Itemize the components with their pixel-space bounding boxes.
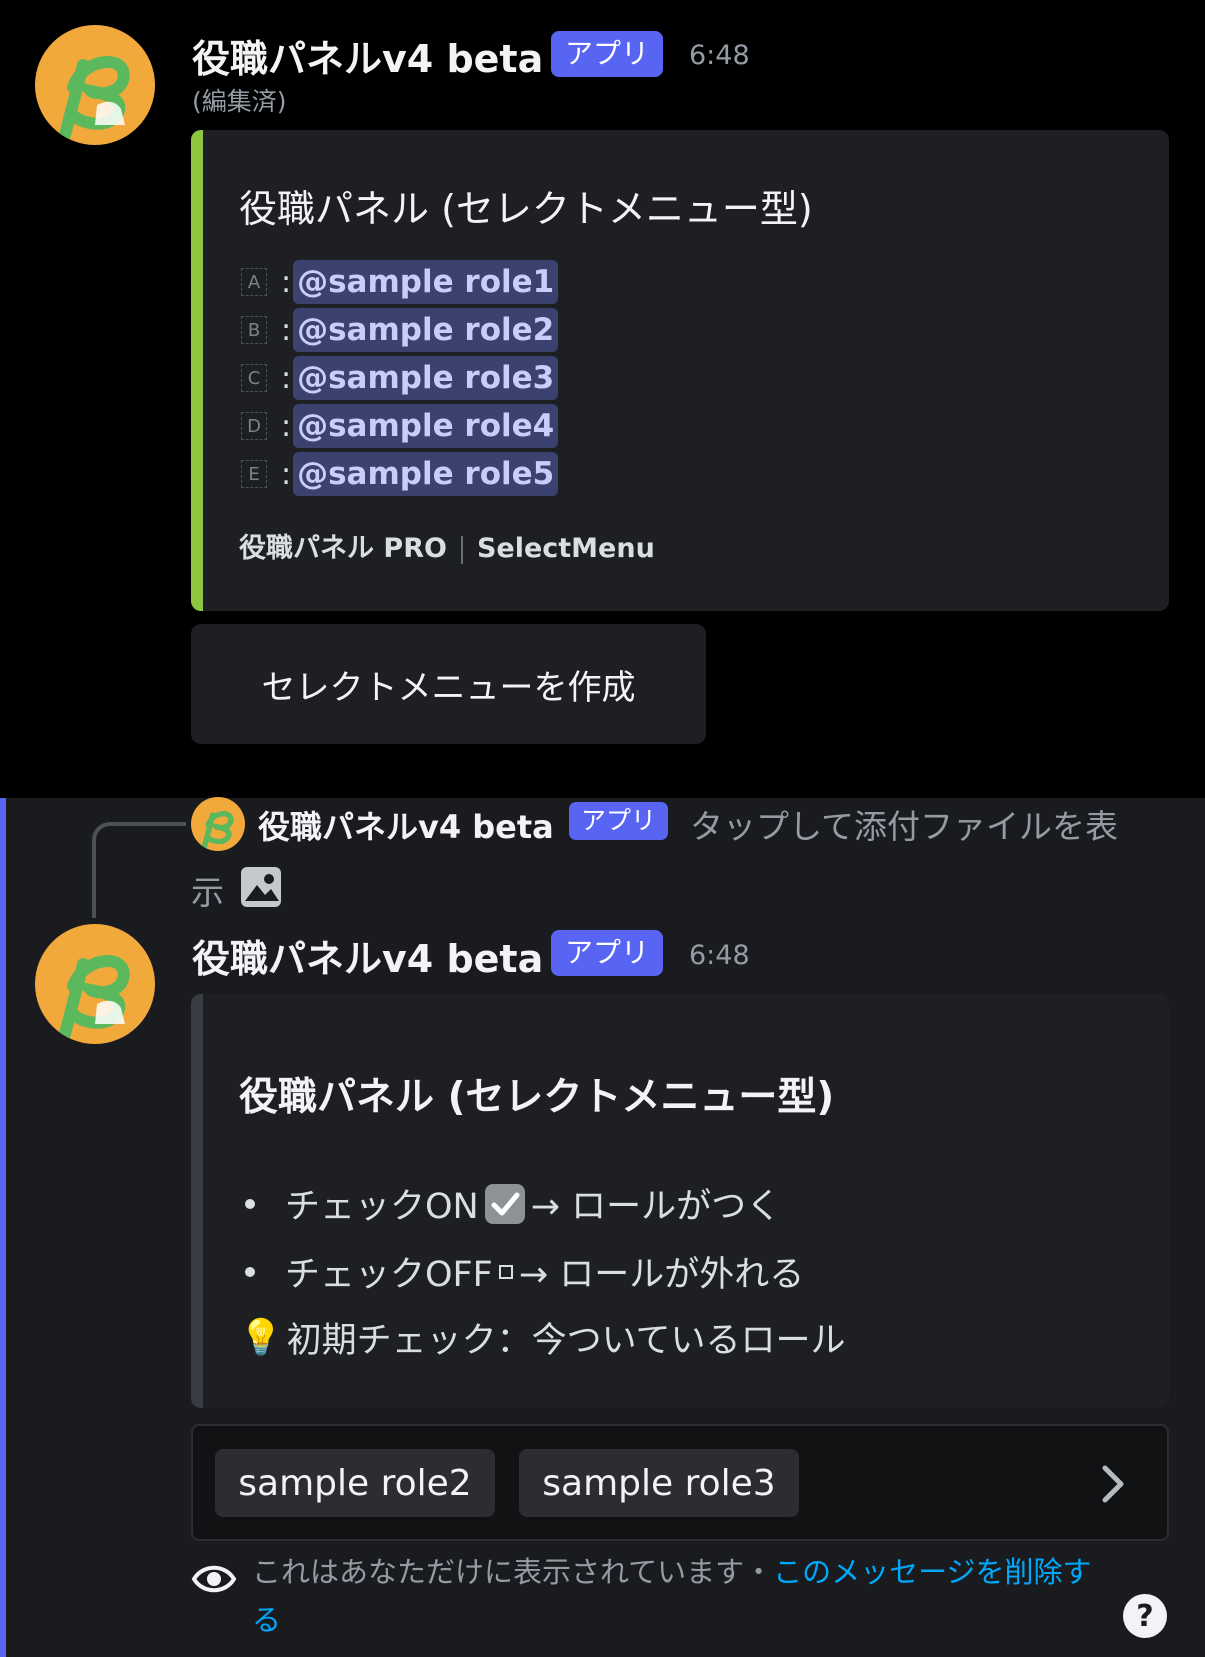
bullet-dot (245, 1266, 255, 1277)
instructions-embed: 役職パネル (セレクトメニュー型) チェックON → ロールがつく チェックOF… (191, 994, 1169, 1408)
app-badge: アプリ (551, 930, 664, 976)
empty-checkbox-icon (498, 1264, 513, 1279)
embed-title: 役職パネル (セレクトメニュー型) (239, 187, 813, 231)
author-name[interactable]: 役職パネルv4 beta (192, 928, 543, 983)
role-mention[interactable]: @sample role1 (293, 260, 559, 304)
lightbulb-icon: 💡 (239, 1318, 283, 1358)
role-row: B : @sample role2 (241, 306, 559, 354)
role-colon: : (281, 408, 292, 444)
regional-indicator-a-icon: A (241, 268, 267, 296)
bullet-dot (245, 1198, 255, 1209)
embed-footer: 役職パネル PRO SelectMenu (239, 526, 655, 565)
reply-preview-text[interactable]: タップして添付ファイルを表 (690, 800, 1118, 848)
bullet-check-off: チェックOFF → ロールが外れる (239, 1246, 804, 1297)
bullet-result-text: → ロールがつく (530, 1187, 782, 1227)
edited-label: (編集済) (192, 87, 287, 116)
create-select-menu-button[interactable]: セレクトメニューを作成 (191, 624, 706, 744)
bot-avatar[interactable] (35, 924, 155, 1044)
role-row: E : @sample role5 (241, 450, 559, 498)
timestamp: 6:48 (689, 940, 750, 971)
author-name[interactable]: 役職パネルv4 beta (192, 28, 543, 83)
role-row: A : @sample role1 (241, 258, 559, 306)
app-badge: アプリ (551, 31, 664, 77)
role-list: A : @sample role1 B : @sample role2 C : … (241, 258, 559, 498)
role-colon: : (281, 456, 292, 492)
tip-text: 初期チェック：今ついているロール (286, 1321, 846, 1361)
role-colon: : (281, 360, 292, 396)
help-button[interactable]: ? (1123, 1594, 1167, 1638)
role-colon: : (281, 312, 292, 348)
selected-role-chip[interactable]: sample role2 (215, 1449, 495, 1517)
bot-avatar[interactable] (35, 25, 155, 145)
embed-accent-bar (191, 130, 203, 611)
reply-app-badge: アプリ (569, 802, 669, 840)
role-mention[interactable]: @sample role2 (293, 308, 559, 352)
bullet-result-text: → ロールが外れる (518, 1255, 805, 1295)
role-colon: : (281, 264, 292, 300)
checkmark-box-icon (484, 1183, 525, 1224)
chevron-right-icon[interactable] (1093, 1462, 1133, 1506)
embed-title: 役職パネル (セレクトメニュー型) (239, 1075, 835, 1120)
role-panel-embed: 役職パネル (セレクトメニュー型) A : @sample role1 B : … (191, 130, 1169, 611)
bullet-text: チェックON (285, 1187, 479, 1227)
delete-message-link-cont[interactable]: る (252, 1603, 281, 1637)
selected-role-chip[interactable]: sample role3 (519, 1449, 799, 1517)
footer-left-text: 役職パネル PRO (239, 533, 447, 564)
reply-connector (92, 822, 186, 918)
role-select-menu[interactable]: sample role2 sample role3 (191, 1424, 1169, 1541)
footer-divider (460, 535, 463, 564)
notice-text: これはあなただけに表示されています・ (252, 1555, 774, 1589)
regional-indicator-b-icon: B (241, 316, 267, 344)
role-mention[interactable]: @sample role3 (293, 356, 559, 400)
eye-icon (191, 1556, 237, 1602)
reply-author-name[interactable]: 役職パネルv4 beta (258, 802, 554, 848)
reply-preview-text-cont[interactable]: 示 (191, 866, 224, 914)
regional-indicator-e-icon: E (241, 460, 267, 488)
image-icon (241, 867, 281, 907)
ephemeral-notice: これはあなただけに表示されています・このメッセージを削除する (252, 1548, 1132, 1644)
role-mention[interactable]: @sample role5 (293, 452, 559, 496)
reply-avatar[interactable] (191, 797, 245, 851)
ephemeral-highlight-bar (0, 798, 6, 1657)
delete-message-link[interactable]: このメッセージを削除す (773, 1555, 1091, 1589)
bullet-text: チェックOFF (285, 1255, 493, 1295)
bullet-check-on: チェックON → ロールがつく (239, 1178, 781, 1229)
role-row: D : @sample role4 (241, 402, 559, 450)
regional-indicator-c-icon: C (241, 364, 267, 392)
timestamp: 6:48 (689, 40, 750, 71)
embed-accent-bar (191, 994, 203, 1408)
role-row: C : @sample role3 (241, 354, 559, 402)
tip-row: 💡 初期チェック：今ついているロール (239, 1312, 846, 1363)
regional-indicator-d-icon: D (241, 412, 267, 440)
role-mention[interactable]: @sample role4 (293, 404, 559, 448)
footer-right-text: SelectMenu (476, 533, 655, 564)
